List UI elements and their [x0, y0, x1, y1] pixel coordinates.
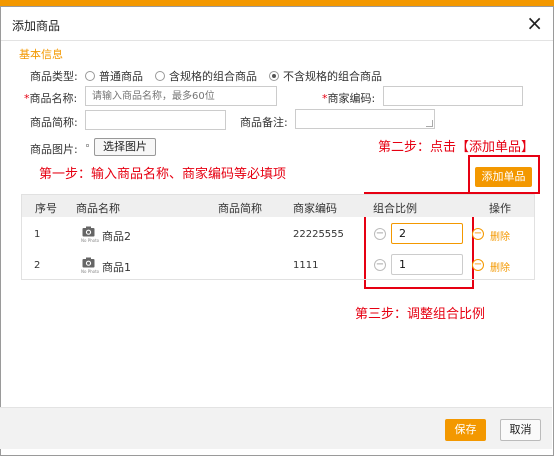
radio-combo-with-spec[interactable]: 含规格的组合商品	[155, 68, 257, 84]
delete-link[interactable]: 删除	[490, 259, 510, 274]
row-merchant-code: 1111	[293, 260, 319, 271]
row-index: 1	[34, 229, 41, 240]
annotation-step1: 第一步：输入商品名称、商家编码等必填项	[39, 167, 287, 182]
product-type-radio-group: 普通商品 含规格的组合商品 不含规格的组合商品	[85, 68, 394, 84]
merchant-code-label: *商家编码:	[322, 90, 375, 106]
dialog-title: 添加商品	[12, 19, 61, 33]
choose-image-button[interactable]: 选择图片	[94, 138, 156, 156]
ratio-input[interactable]: 1	[391, 254, 463, 275]
short-name-label: 商品简称:	[30, 116, 78, 129]
merchant-code-label-text: 商家编码:	[327, 92, 376, 105]
header-index: 序号	[35, 202, 57, 215]
add-item-button[interactable]: 添加单品	[475, 167, 532, 187]
delete-link[interactable]: 删除	[490, 228, 510, 243]
cancel-button[interactable]: 取消	[500, 419, 541, 441]
merchant-code-input[interactable]	[383, 86, 523, 106]
product-image-label: 商品图片:	[30, 143, 78, 156]
product-name-input[interactable]	[85, 86, 277, 106]
close-icon[interactable]: ×	[526, 13, 543, 33]
dialog-titlebar: 添加商品 ×	[1, 7, 553, 41]
radio-label: 普通商品	[99, 70, 143, 83]
table-header: 序号 商品名称 商品简称 商家编码 组合比例 操作	[22, 195, 534, 217]
ratio-spin-icon[interactable]: −	[472, 259, 484, 271]
row-product-name: 商品1	[102, 261, 131, 274]
remark-textarea[interactable]	[295, 109, 435, 129]
header-merchant-code: 商家编码	[293, 202, 337, 215]
radio-label: 含规格的组合商品	[169, 70, 257, 83]
row-merchant-code: 22225555	[293, 229, 344, 240]
product-name-label: *商品名称:	[24, 90, 77, 106]
camera-icon	[82, 226, 95, 237]
image-placeholder-icon	[86, 144, 89, 147]
no-photo-text: No Photo	[81, 238, 100, 243]
remark-label: 商品备注:	[240, 116, 288, 129]
header-product-name: 商品名称	[76, 202, 120, 215]
ratio-spin-icon[interactable]: −	[472, 228, 484, 240]
radio-circle-selected	[269, 71, 279, 81]
product-name-label-text: 商品名称:	[29, 92, 78, 105]
product-table: 序号 商品名称 商品简称 商家编码 组合比例 操作 1 No Photo 商品2…	[21, 194, 535, 280]
camera-icon	[82, 257, 95, 268]
header-action: 操作	[489, 202, 511, 215]
product-type-label: 商品类型:	[30, 70, 78, 83]
annotation-step3: 第三步：调整组合比例	[355, 307, 486, 322]
radio-normal-product[interactable]: 普通商品	[85, 68, 143, 84]
no-photo-text: No Photo	[81, 269, 100, 274]
radio-circle	[155, 71, 165, 81]
annotation-step2: 第二步：点击【添加单品】	[378, 140, 535, 155]
resize-handle-icon[interactable]	[426, 120, 433, 127]
radio-label: 不含规格的组合商品	[283, 70, 382, 83]
dialog-footer: 保存 取消	[0, 407, 552, 449]
row-index: 2	[34, 260, 41, 271]
decrease-ratio-button[interactable]: −	[374, 259, 386, 271]
header-ratio: 组合比例	[373, 202, 417, 215]
section-title-basic-info: 基本信息	[19, 48, 63, 61]
save-button[interactable]: 保存	[445, 419, 486, 441]
row-product-name: 商品2	[102, 230, 131, 243]
short-name-input[interactable]	[85, 110, 226, 130]
decrease-ratio-button[interactable]: −	[374, 228, 386, 240]
radio-combo-without-spec[interactable]: 不含规格的组合商品	[269, 68, 382, 84]
header-short-name: 商品简称	[218, 202, 262, 215]
ratio-input[interactable]: 2	[391, 223, 463, 244]
radio-circle	[85, 71, 95, 81]
